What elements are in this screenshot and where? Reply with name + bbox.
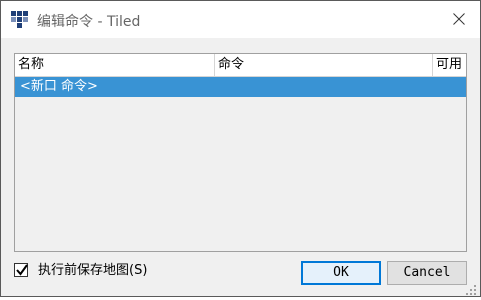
cancel-button[interactable]: Cancel xyxy=(387,261,467,285)
new-command-cell[interactable]: <新口 命令> xyxy=(20,77,98,97)
ok-button[interactable]: OK xyxy=(301,261,381,285)
save-before-execute-checkbox[interactable] xyxy=(14,263,28,277)
window-title: 编辑命令 - Tiled xyxy=(37,14,141,30)
table-header: 名称 命令 可用 xyxy=(15,54,466,77)
commands-table[interactable]: 名称 命令 可用 <新口 命令> xyxy=(14,53,467,252)
edit-commands-dialog: 编辑命令 - Tiled 名称 命令 可用 <新口 命令> 执行前保存地图(S)… xyxy=(0,0,481,297)
column-header-name[interactable]: 名称 xyxy=(15,54,215,76)
column-header-enabled[interactable]: 可用 xyxy=(433,54,466,76)
resize-grip-icon[interactable] xyxy=(465,284,477,296)
table-row[interactable]: <新口 命令> xyxy=(15,77,466,97)
column-header-command[interactable]: 命令 xyxy=(215,54,433,76)
save-before-execute-label[interactable]: 执行前保存地图(S) xyxy=(38,262,147,280)
checkmark-icon xyxy=(16,264,28,276)
close-icon xyxy=(453,13,465,25)
title-bar: 编辑命令 - Tiled xyxy=(1,1,480,38)
tiled-icon xyxy=(10,10,30,30)
close-button[interactable] xyxy=(445,6,473,33)
